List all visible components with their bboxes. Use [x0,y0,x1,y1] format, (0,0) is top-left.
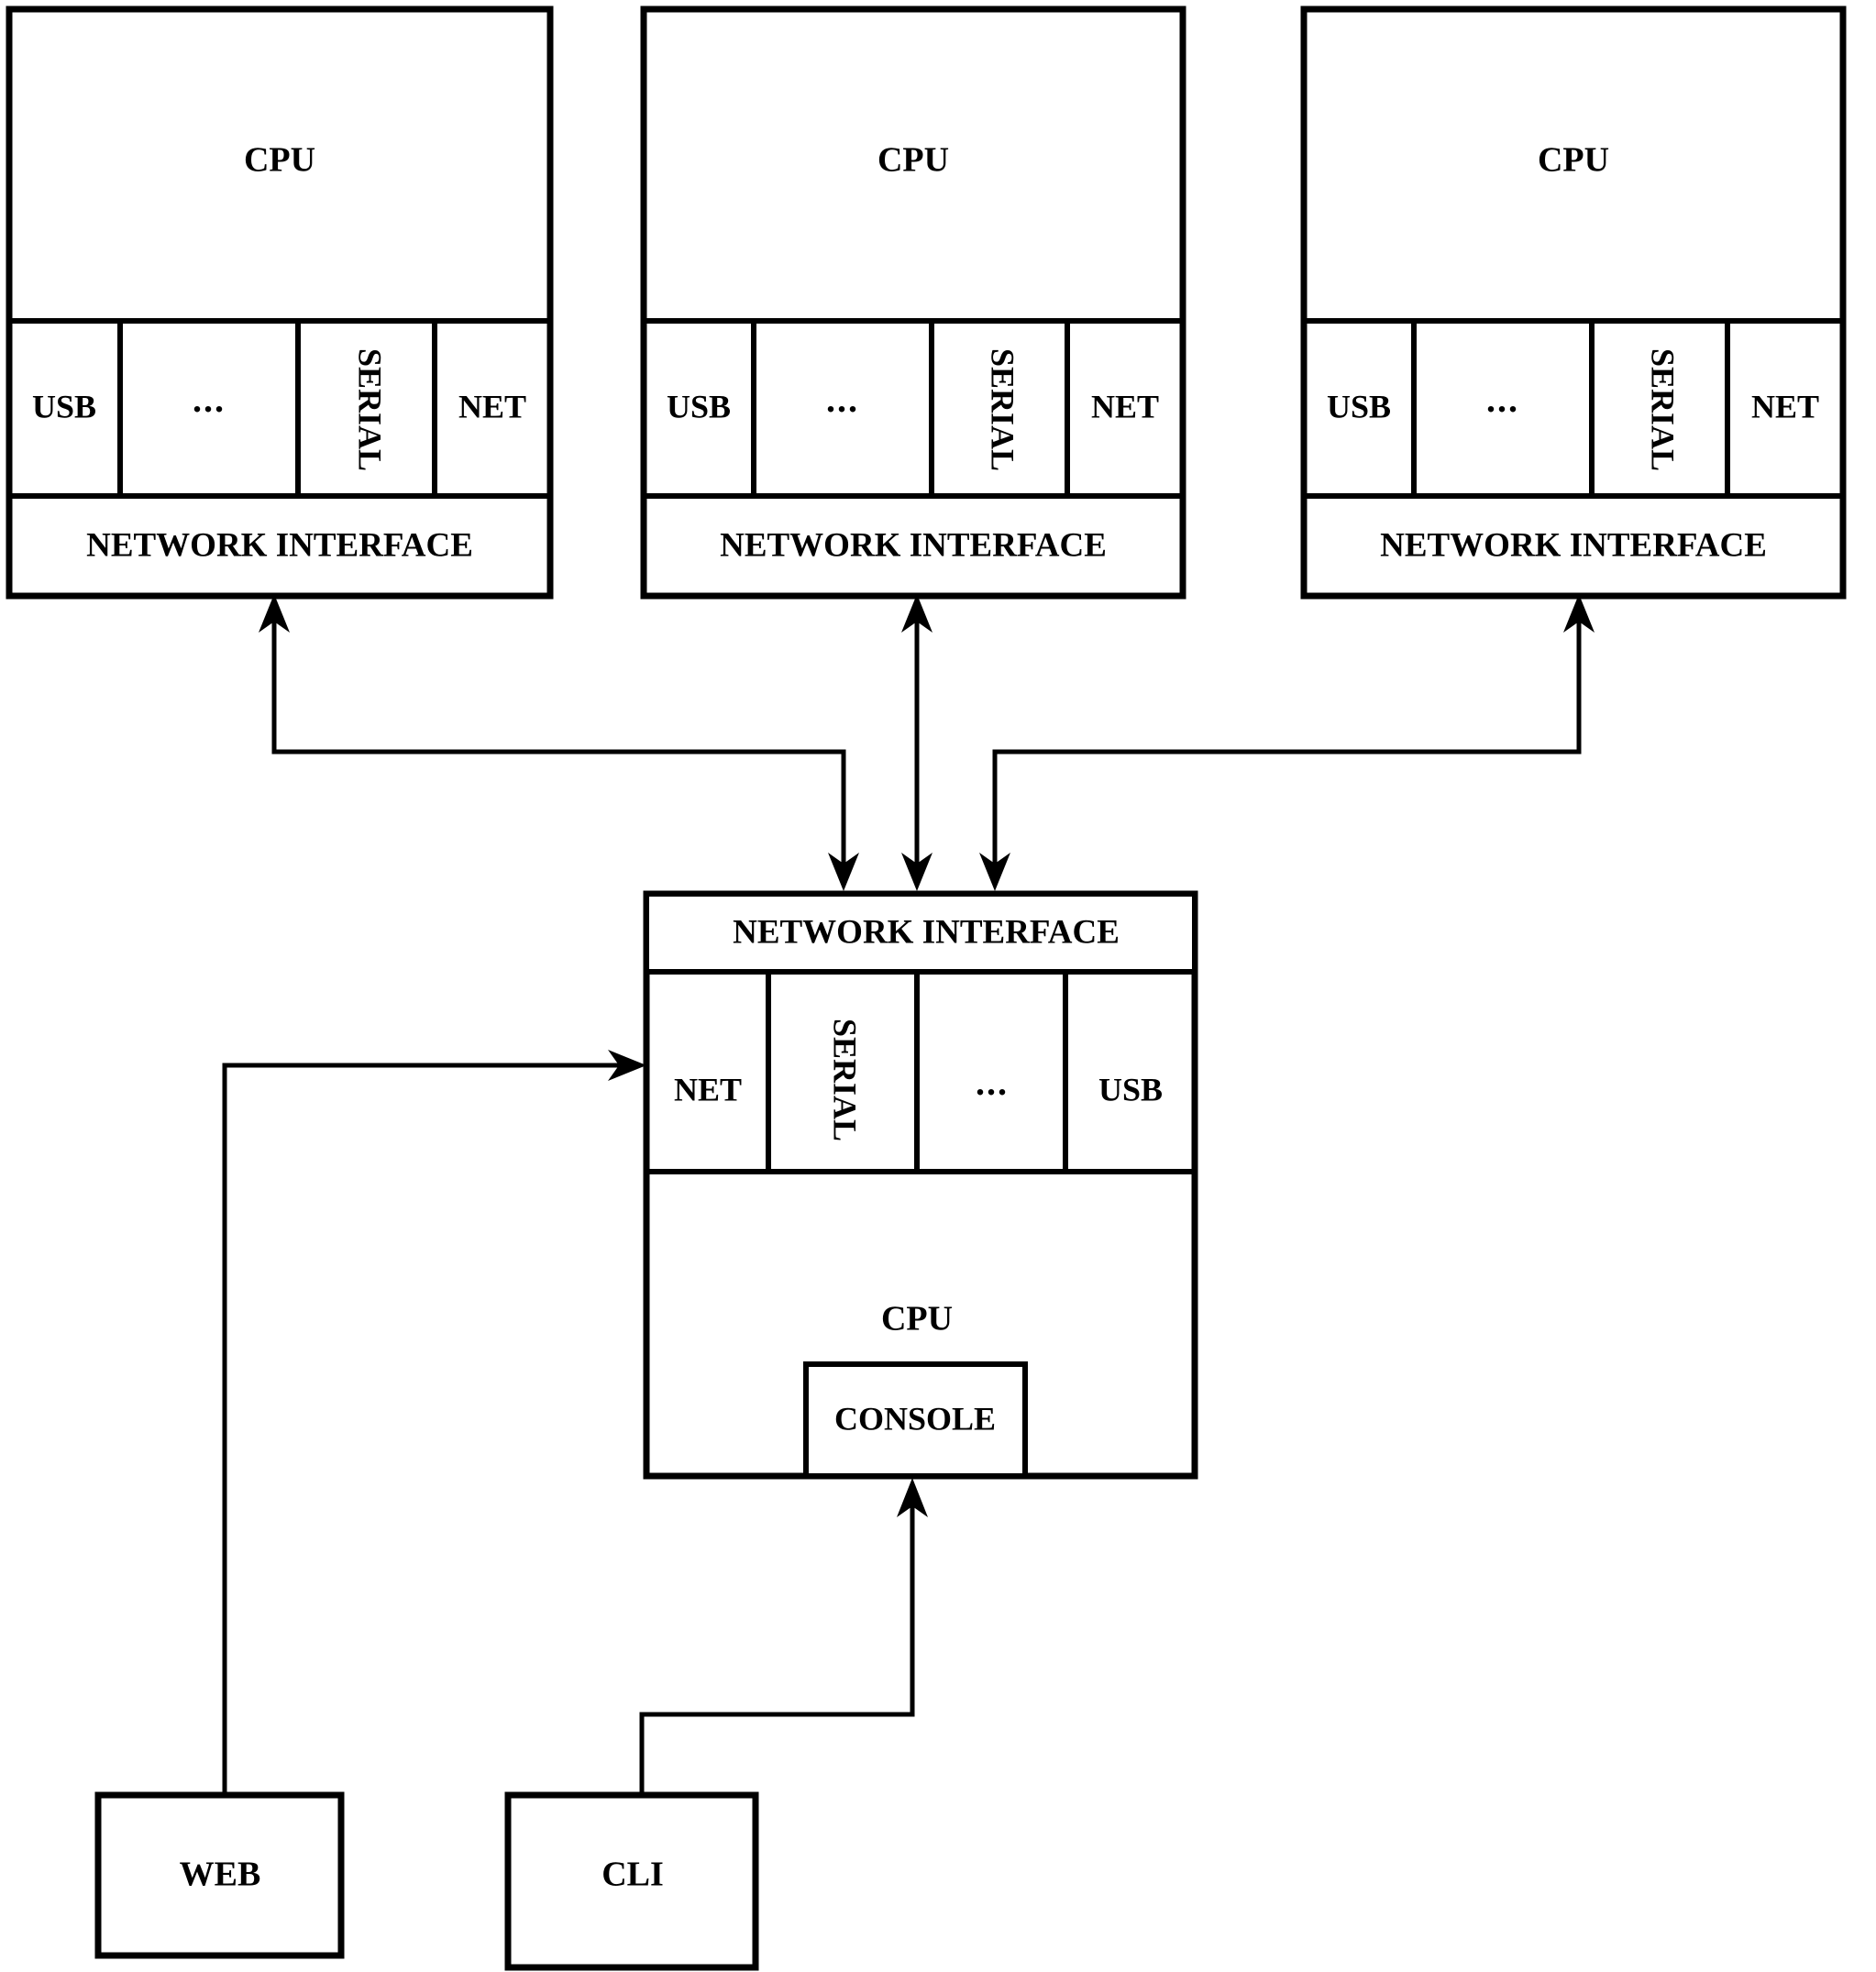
node-3-cpu-label: CPU [1538,141,1609,180]
web-label: WEB [180,1856,261,1894]
node-3-port-ellipsis-label: ... [1486,379,1519,420]
cli-label: CLI [601,1856,664,1894]
central-network-interface-label: NETWORK INTERFACE [733,913,1120,951]
console-label: CONSOLE [834,1400,996,1437]
node-2-port-ellipsis-label: ... [826,379,859,420]
connector-node1-to-central [259,594,859,891]
central-port-ellipsis-label: ... [976,1062,1009,1103]
web-client-box[interactable]: WEB [94,1791,345,1959]
node-1-cpu-label: CPU [244,141,315,180]
cli-client-box[interactable]: CLI [504,1791,759,1971]
connector-cli-to-console [639,1478,928,1797]
managed-node-1[interactable]: CPU USB ... SERIAL NET NETWORK INTERFACE [6,6,554,600]
node-3-port-net-label: NET [1751,388,1819,424]
node-2-cpu-label: CPU [877,141,949,180]
node-2-port-usb-label: USB [667,388,731,424]
node-3-port-usb-label: USB [1327,388,1391,424]
managed-node-2[interactable]: CPU USB ... SERIAL NET NETWORK INTERFACE [640,6,1186,600]
management-server-node[interactable]: NETWORK INTERFACE NET SERIAL ... USB CPU… [643,890,1198,1480]
central-cpu-label: CPU [881,1300,953,1339]
node-1-port-serial-label: SERIAL [352,348,389,471]
managed-node-3[interactable]: CPU USB ... SERIAL NET NETWORK INTERFACE [1300,6,1847,600]
node-2-outline [640,6,1186,600]
connector-node2-to-central [901,594,932,891]
node-2-port-net-label: NET [1091,388,1159,424]
connector-node3-to-central [979,594,1595,891]
node-1-network-interface-label: NETWORK INTERFACE [86,526,473,564]
node-1-port-usb-label: USB [32,388,96,424]
connector-web-to-net [222,1050,646,1797]
node-3-port-serial-label: SERIAL [1645,348,1682,471]
diagram-canvas: CPU USB ... SERIAL NET NETWORK INTERFACE… [6,6,1847,1971]
central-port-usb-label: USB [1098,1071,1163,1107]
node-3-network-interface-label: NETWORK INTERFACE [1380,526,1767,564]
node-3-outline [1300,6,1847,600]
central-port-net-label: NET [674,1071,742,1107]
node-2-network-interface-label: NETWORK INTERFACE [720,526,1107,564]
architecture-diagram: CPU USB ... SERIAL NET NETWORK INTERFACE… [0,0,1876,1972]
central-port-serial-label: SERIAL [827,1019,864,1141]
node-1-port-net-label: NET [458,388,526,424]
node-2-port-serial-label: SERIAL [985,348,1021,471]
node-1-port-ellipsis-label: ... [193,379,226,420]
node-1-outline [6,6,554,600]
